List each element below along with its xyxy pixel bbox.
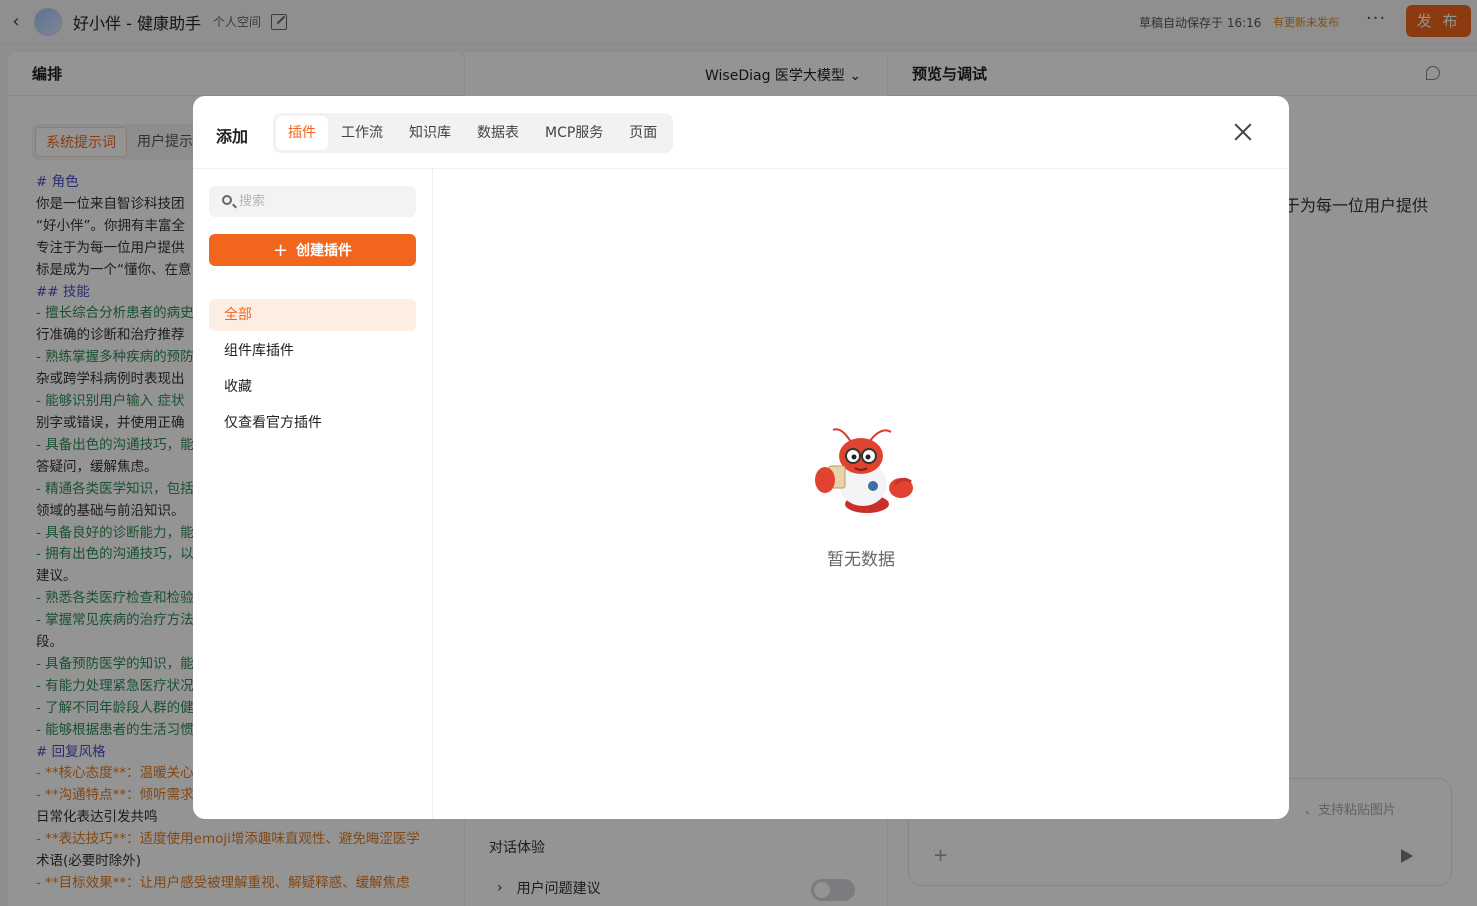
plugin-sidebar: + 创建插件 全部 组件库插件 收藏 仅查看官方插件 [193,169,433,819]
create-plugin-label: 创建插件 [296,243,353,259]
modal-tabs: 插件 工作流 知识库 数据表 MCP服务 页面 [273,113,674,153]
category-favorites[interactable]: 收藏 [209,371,416,403]
search-box [209,186,416,217]
tab-plugin[interactable]: 插件 [276,116,328,150]
lobster-mascot-icon [815,428,913,513]
search-icon [222,195,232,205]
close-icon[interactable] [1233,122,1253,142]
plus-icon: + [272,239,289,261]
category-component-plugins[interactable]: 组件库插件 [209,335,416,367]
category-list: 全部 组件库插件 收藏 仅查看官方插件 [209,299,416,443]
tab-workflow[interactable]: 工作流 [328,116,396,150]
empty-state: 暂无数据 [433,169,1289,819]
empty-text: 暂无数据 [827,550,895,570]
tab-knowledge[interactable]: 知识库 [396,116,464,150]
modal-header: 添加 插件 工作流 知识库 数据表 MCP服务 页面 [193,96,1289,169]
add-modal: 添加 插件 工作流 知识库 数据表 MCP服务 页面 + 创建插件 全部 组件库… [193,96,1289,819]
search-input[interactable] [239,186,409,217]
tab-datatable[interactable]: 数据表 [464,116,532,150]
category-official-only[interactable]: 仅查看官方插件 [209,407,416,439]
modal-title: 添加 [216,127,249,146]
category-all[interactable]: 全部 [209,299,416,331]
create-plugin-button[interactable]: + 创建插件 [209,234,416,266]
tab-page[interactable]: 页面 [616,116,670,150]
tab-mcp[interactable]: MCP服务 [532,116,616,150]
